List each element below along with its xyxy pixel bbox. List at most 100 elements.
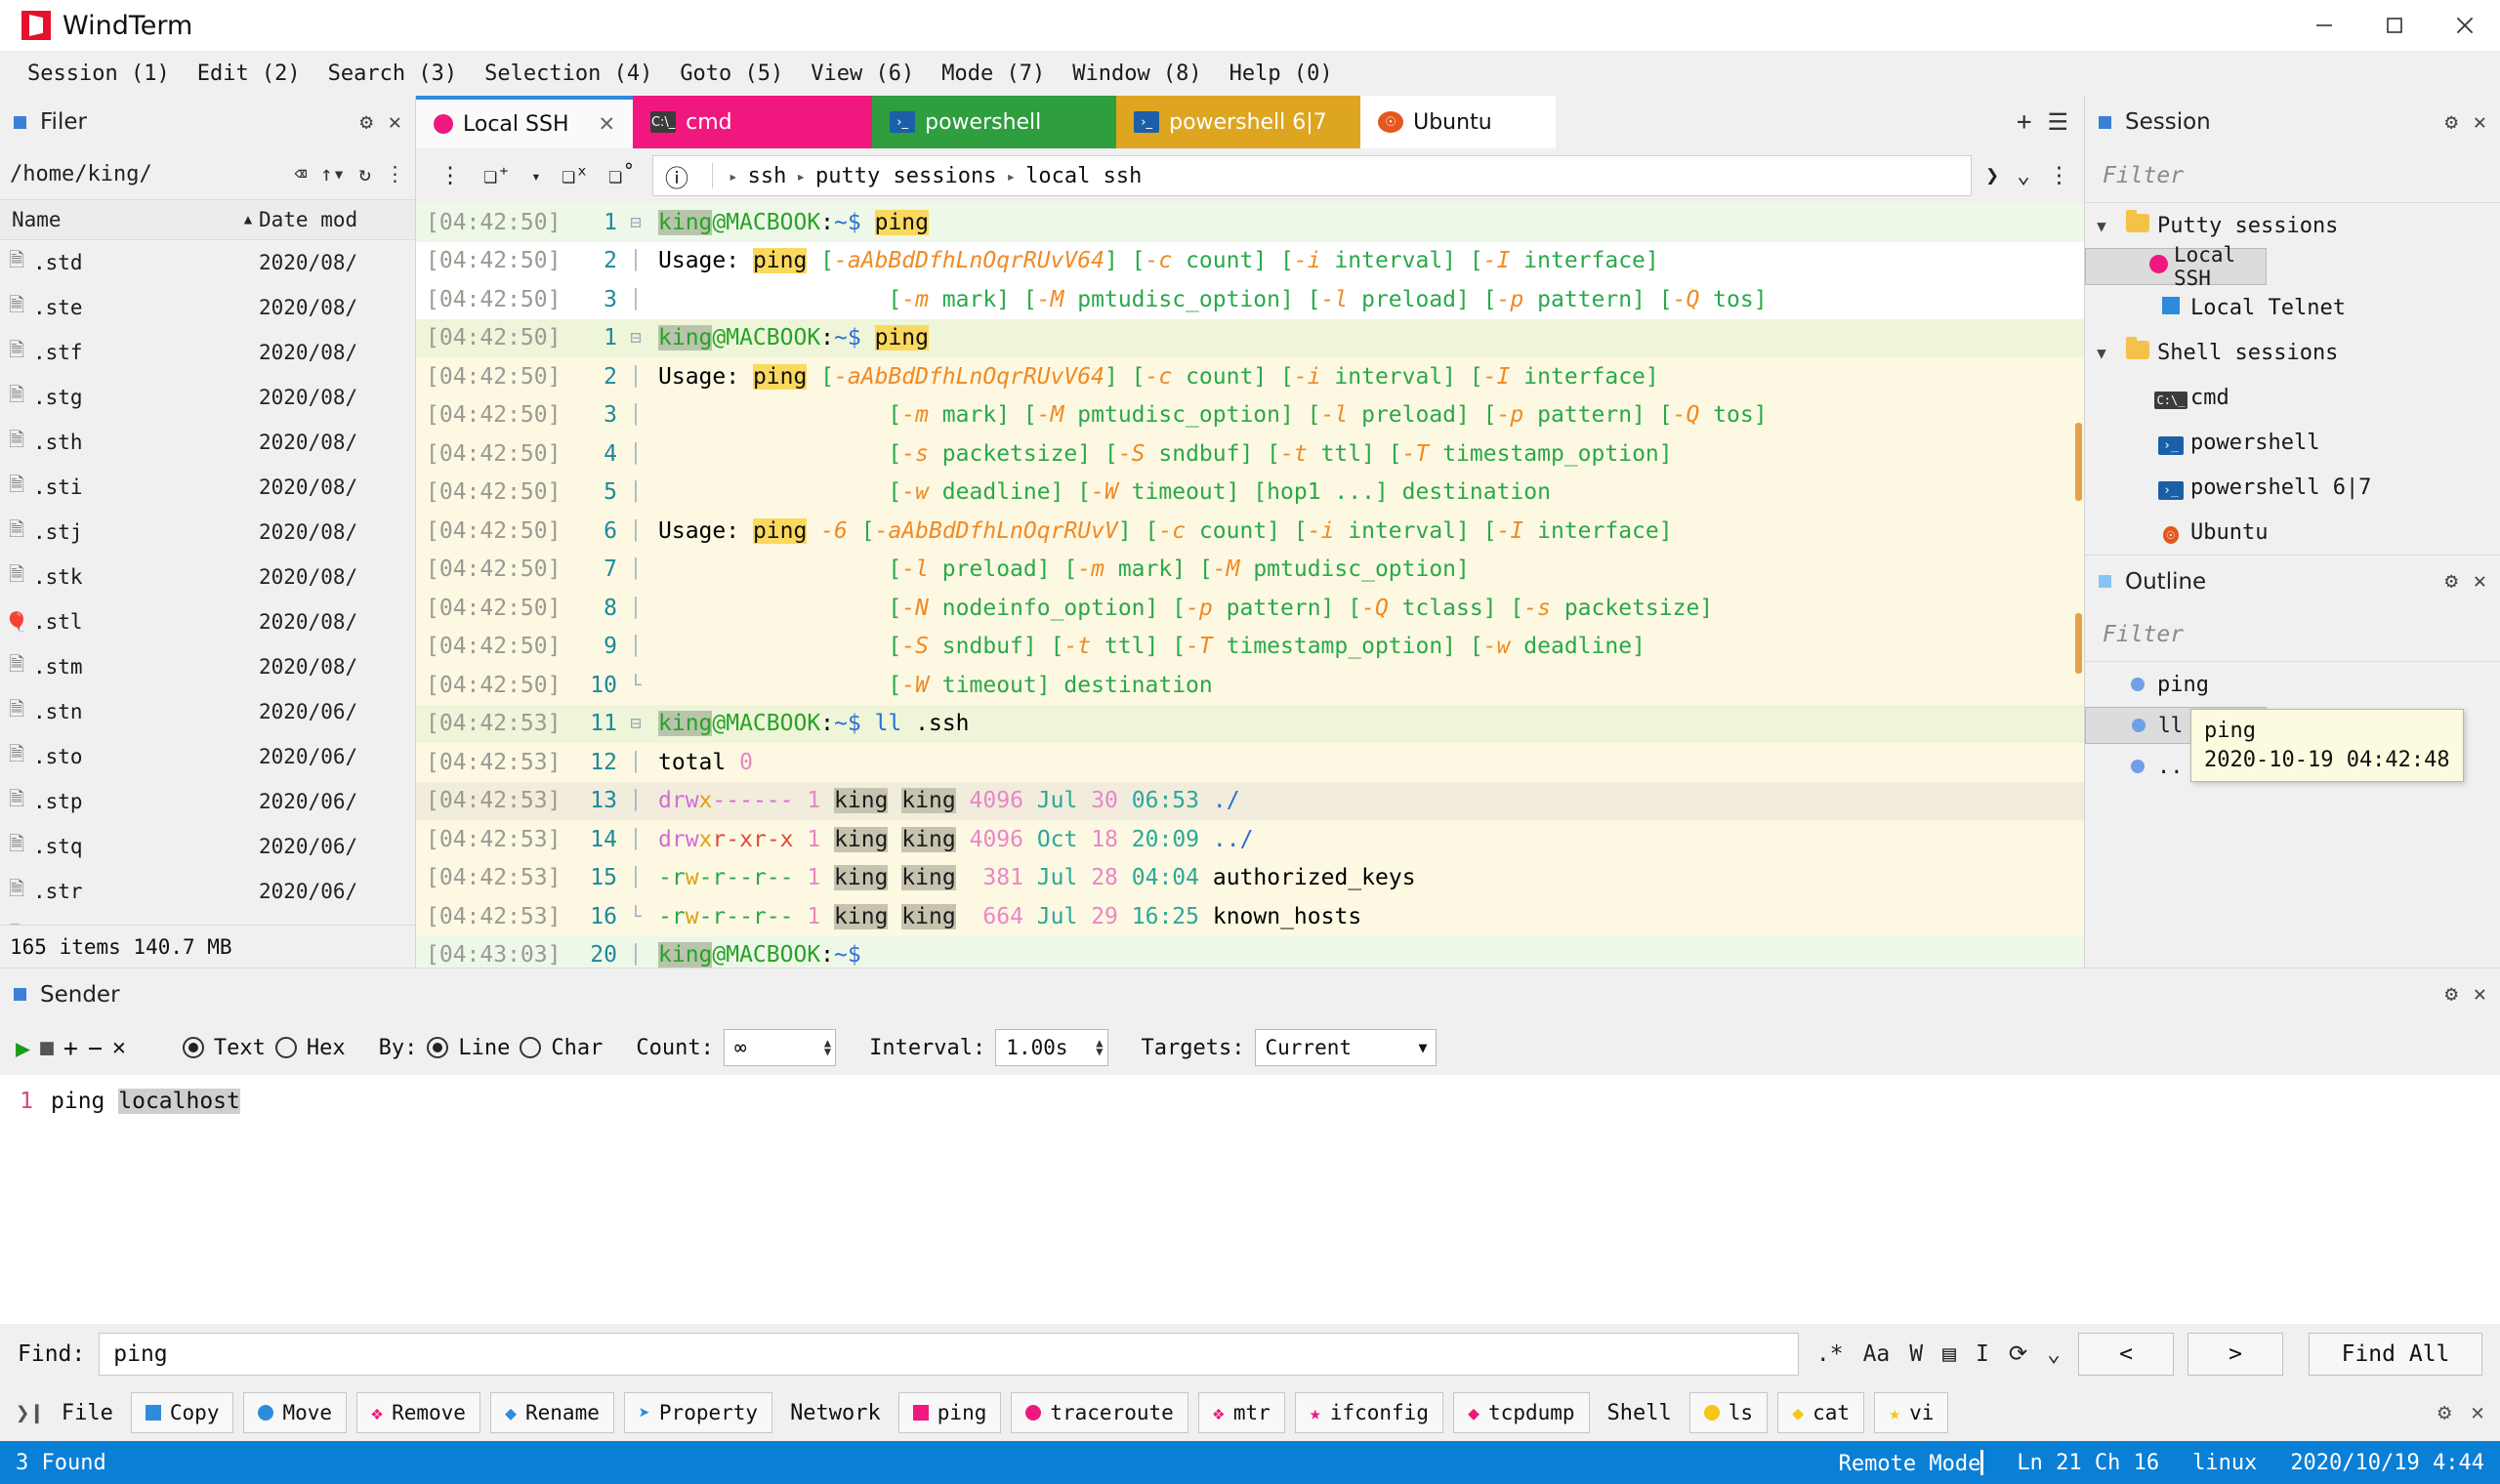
find-input[interactable]: ping	[99, 1333, 1799, 1376]
session-item-cmd[interactable]: C:\_ cmd	[2085, 375, 2500, 420]
fold-toggle-icon[interactable]: │	[623, 481, 648, 503]
new-session-dropdown-icon[interactable]: ▾	[527, 167, 545, 186]
outline-settings-icon[interactable]: ⚙	[2445, 569, 2458, 594]
fold-toggle-icon[interactable]: │	[623, 558, 648, 580]
fold-toggle-icon[interactable]: ⊟	[623, 212, 648, 233]
sender-targets-select[interactable]: Current ▼	[1254, 1029, 1437, 1066]
sender-remove-icon[interactable]: −	[88, 1034, 103, 1062]
sender-close-icon[interactable]: ✕	[2474, 982, 2486, 1007]
quick-button-vi[interactable]: ★ vi	[1874, 1392, 1949, 1433]
file-row[interactable]: 🗎 .stk 2020/08/	[0, 555, 415, 599]
status-position[interactable]: Ln 21 Ch 16	[2017, 1451, 2159, 1475]
file-row[interactable]: 🗎 .stj 2020/08/	[0, 510, 415, 555]
chevron-down-icon[interactable]: ⌄	[2047, 1341, 2061, 1367]
fold-toggle-icon[interactable]: │	[623, 289, 648, 310]
sender-mode-hex-label[interactable]: Hex	[307, 1036, 346, 1060]
replace-icon[interactable]: ⟳	[2009, 1341, 2027, 1367]
reconnect-session-icon[interactable]: ❏˚	[605, 163, 639, 188]
sort-asc-icon[interactable]: ▲	[237, 212, 259, 227]
fold-toggle-icon[interactable]: ⊟	[623, 327, 648, 349]
file-row[interactable]: 🗎 .str 2020/06/	[0, 869, 415, 914]
file-row[interactable]: 🗎 .stf 2020/08/	[0, 330, 415, 375]
session-item-putty-sessions[interactable]: ▼ Putty sessions	[2085, 203, 2500, 248]
status-datetime[interactable]: 2020/10/19 4:44	[2290, 1451, 2484, 1475]
menu-mode[interactable]: Mode (7)	[928, 58, 1059, 90]
session-close-icon[interactable]: ✕	[2474, 110, 2486, 135]
find-next-button[interactable]: >	[2188, 1333, 2283, 1376]
up-directory-icon[interactable]: ↑▾	[320, 162, 345, 186]
file-row[interactable]: 🎈 .stl 2020/08/	[0, 599, 415, 644]
session-item-shell-sessions[interactable]: ▼ Shell sessions	[2085, 330, 2500, 375]
match-case-icon[interactable]: Aa	[1863, 1341, 1891, 1367]
fold-toggle-icon[interactable]: │	[623, 250, 648, 271]
info-icon[interactable]: ⓘ	[665, 159, 688, 193]
file-row[interactable]: 🗎 .sth 2020/08/	[0, 420, 415, 465]
filer-path[interactable]: /home/king/	[10, 162, 280, 186]
whole-word-icon[interactable]: W	[1909, 1341, 1923, 1367]
cursor-icon[interactable]: I	[1976, 1341, 1989, 1367]
fold-toggle-icon[interactable]: └	[623, 675, 648, 696]
sender-command-text[interactable]: ping	[51, 1089, 118, 1114]
sender-interval-value[interactable]: 1.00s	[1006, 1036, 1090, 1059]
chevron-down-icon[interactable]: ▼	[2085, 344, 2118, 362]
menu-edit[interactable]: Edit (2)	[184, 58, 314, 90]
menu-selection[interactable]: Selection (4)	[471, 58, 666, 90]
file-row[interactable]: 🗎 .sto 2020/06/	[0, 734, 415, 779]
minimize-button[interactable]	[2289, 0, 2359, 51]
tabs-menu-icon[interactable]: ☰	[2043, 96, 2084, 148]
breadcrumb-next-icon[interactable]: ❯	[1985, 163, 1999, 188]
fold-toggle-icon[interactable]: │	[623, 404, 648, 426]
quick-button-tcpdump[interactable]: ◆ tcpdump	[1452, 1392, 1590, 1433]
breadcrumb-item-ssh[interactable]: ssh	[748, 164, 787, 188]
file-row[interactable]: 🗎.sts2020/06/	[0, 914, 415, 925]
close-session-icon[interactable]: ❏ˣ	[559, 163, 592, 188]
in-selection-icon[interactable]: ▤	[1942, 1341, 1956, 1367]
sender-play-icon[interactable]: ▶	[16, 1034, 30, 1062]
quick-button-remove[interactable]: ❖ Remove	[356, 1392, 480, 1433]
file-row[interactable]: 🗎 .stm 2020/08/	[0, 644, 415, 689]
filer-close-icon[interactable]: ✕	[389, 110, 401, 135]
column-name[interactable]: Name	[0, 208, 237, 231]
stepper-arrows-icon[interactable]: ▲ ▼	[1090, 1037, 1103, 1057]
sender-add-icon[interactable]: +	[63, 1034, 78, 1062]
breadcrumb-expand-icon[interactable]: ⌄	[2017, 163, 2030, 188]
tab-powershell-6-7[interactable]: ›_ powershell 6|7	[1116, 96, 1361, 148]
quickbar-toggle-icon[interactable]: ❯❙	[16, 1399, 44, 1426]
file-row[interactable]: 🗎 .stq 2020/06/	[0, 824, 415, 869]
outline-close-icon[interactable]: ✕	[2474, 569, 2486, 594]
fold-toggle-icon[interactable]: │	[623, 636, 648, 657]
menu-window[interactable]: Window (8)	[1059, 58, 1215, 90]
sender-by-char-label[interactable]: Char	[551, 1036, 603, 1060]
file-row[interactable]: 🗎 .ste 2020/08/	[0, 285, 415, 330]
new-tab-button[interactable]: +	[2005, 96, 2044, 148]
menu-session[interactable]: Session (1)	[14, 58, 184, 90]
chevron-down-icon[interactable]: ▼	[2085, 217, 2118, 235]
quick-button-ls[interactable]: ls	[1688, 1392, 1769, 1433]
quick-button-cat[interactable]: ◆ cat	[1777, 1392, 1865, 1433]
fold-toggle-icon[interactable]: │	[623, 944, 648, 966]
terminal-more-icon[interactable]: ⋮	[2048, 163, 2070, 188]
sender-mode-text-label[interactable]: Text	[214, 1036, 266, 1060]
fold-toggle-icon[interactable]: └	[623, 906, 648, 928]
menu-help[interactable]: Help (0)	[1216, 58, 1347, 90]
sender-by-line-radio[interactable]	[427, 1037, 449, 1058]
fold-toggle-icon[interactable]: │	[623, 366, 648, 388]
status-os[interactable]: linux	[2192, 1451, 2257, 1475]
fold-toggle-icon[interactable]: │	[623, 598, 648, 619]
sender-count-value[interactable]: ∞	[734, 1036, 818, 1059]
regex-icon[interactable]: .*	[1816, 1341, 1844, 1367]
quick-button-ifconfig[interactable]: ★ ifconfig	[1294, 1392, 1443, 1433]
column-date[interactable]: Date mod	[259, 208, 415, 231]
sender-mode-hex-radio[interactable]	[274, 1037, 297, 1058]
maximize-button[interactable]	[2359, 0, 2430, 51]
sender-editor[interactable]: 1 ping localhost	[0, 1075, 2500, 1231]
session-settings-icon[interactable]: ⚙	[2445, 110, 2458, 135]
session-item-powershell[interactable]: ›_ powershell	[2085, 420, 2500, 465]
quick-button-move[interactable]: Move	[243, 1392, 348, 1433]
sender-by-line-label[interactable]: Line	[458, 1036, 510, 1060]
breadcrumb-item-putty-sessions[interactable]: putty sessions	[815, 164, 996, 188]
file-row[interactable]: 🗎 .std 2020/08/	[0, 240, 415, 285]
filer-more-icon[interactable]: ⋮	[385, 162, 405, 186]
fold-toggle-icon[interactable]: │	[623, 790, 648, 811]
sender-interval-stepper[interactable]: 1.00s ▲ ▼	[995, 1029, 1108, 1066]
